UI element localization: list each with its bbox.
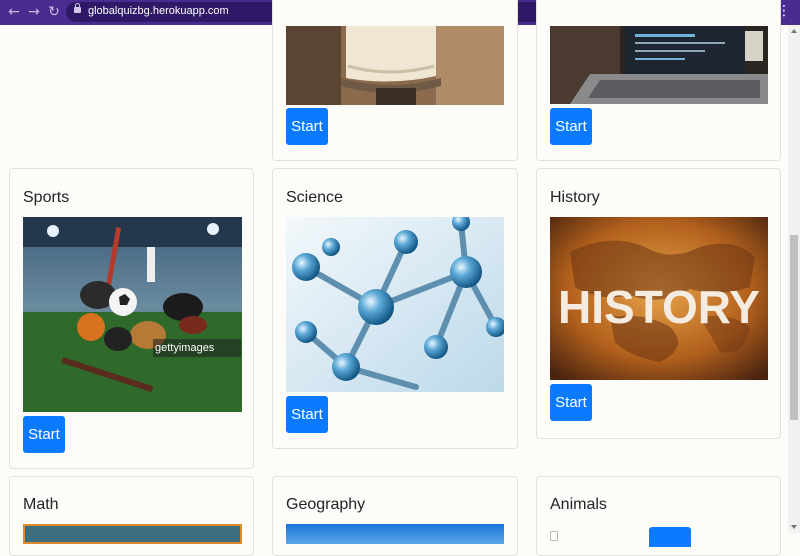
- card-title: Animals: [550, 496, 607, 513]
- forward-icon[interactable]: →: [26, 4, 42, 20]
- start-button[interactable]: Start: [286, 108, 328, 145]
- lock-icon: [74, 3, 81, 13]
- start-button[interactable]: Start: [550, 108, 592, 145]
- quiz-card-math: Math: [9, 476, 254, 556]
- history-image-text: HISTORY: [558, 281, 760, 333]
- quiz-card-books: Start: [272, 0, 518, 161]
- card-title: Science: [286, 189, 343, 206]
- geography-image: [286, 524, 504, 544]
- back-icon[interactable]: ←: [6, 4, 22, 20]
- quiz-card-sports: Sports gettyimages Start: [9, 168, 254, 469]
- card-image: [286, 26, 504, 105]
- scroll-down-arrow-icon[interactable]: [791, 525, 797, 529]
- start-button[interactable]: Start: [286, 396, 328, 433]
- quiz-card-technology: Start: [536, 0, 781, 161]
- card-title: Math: [23, 496, 59, 513]
- sports-image: gettyimages: [23, 217, 242, 412]
- quiz-card-history: History HISTORY Start: [536, 168, 781, 439]
- quiz-card-animals: Animals: [536, 476, 781, 556]
- card-title: Sports: [23, 189, 70, 206]
- url-text: globalquizbg.herokuapp.com: [88, 5, 229, 17]
- quiz-card-geography: Geography: [272, 476, 518, 556]
- card-title: Geography: [286, 496, 366, 513]
- scrollbar-thumb[interactable]: [790, 235, 798, 420]
- start-button[interactable]: Start: [550, 384, 592, 421]
- card-image: [550, 26, 768, 104]
- start-button[interactable]: Start: [23, 416, 65, 453]
- quiz-card-science: Science Start: [272, 168, 518, 449]
- history-image: HISTORY: [550, 217, 768, 380]
- science-image: [286, 217, 504, 392]
- scroll-up-arrow-icon[interactable]: [791, 29, 797, 33]
- card-title: History: [550, 189, 600, 206]
- gettyimages-watermark: gettyimages: [155, 342, 215, 354]
- start-button[interactable]: [649, 527, 691, 547]
- math-image: [23, 524, 242, 544]
- reload-icon[interactable]: ↻: [46, 4, 62, 20]
